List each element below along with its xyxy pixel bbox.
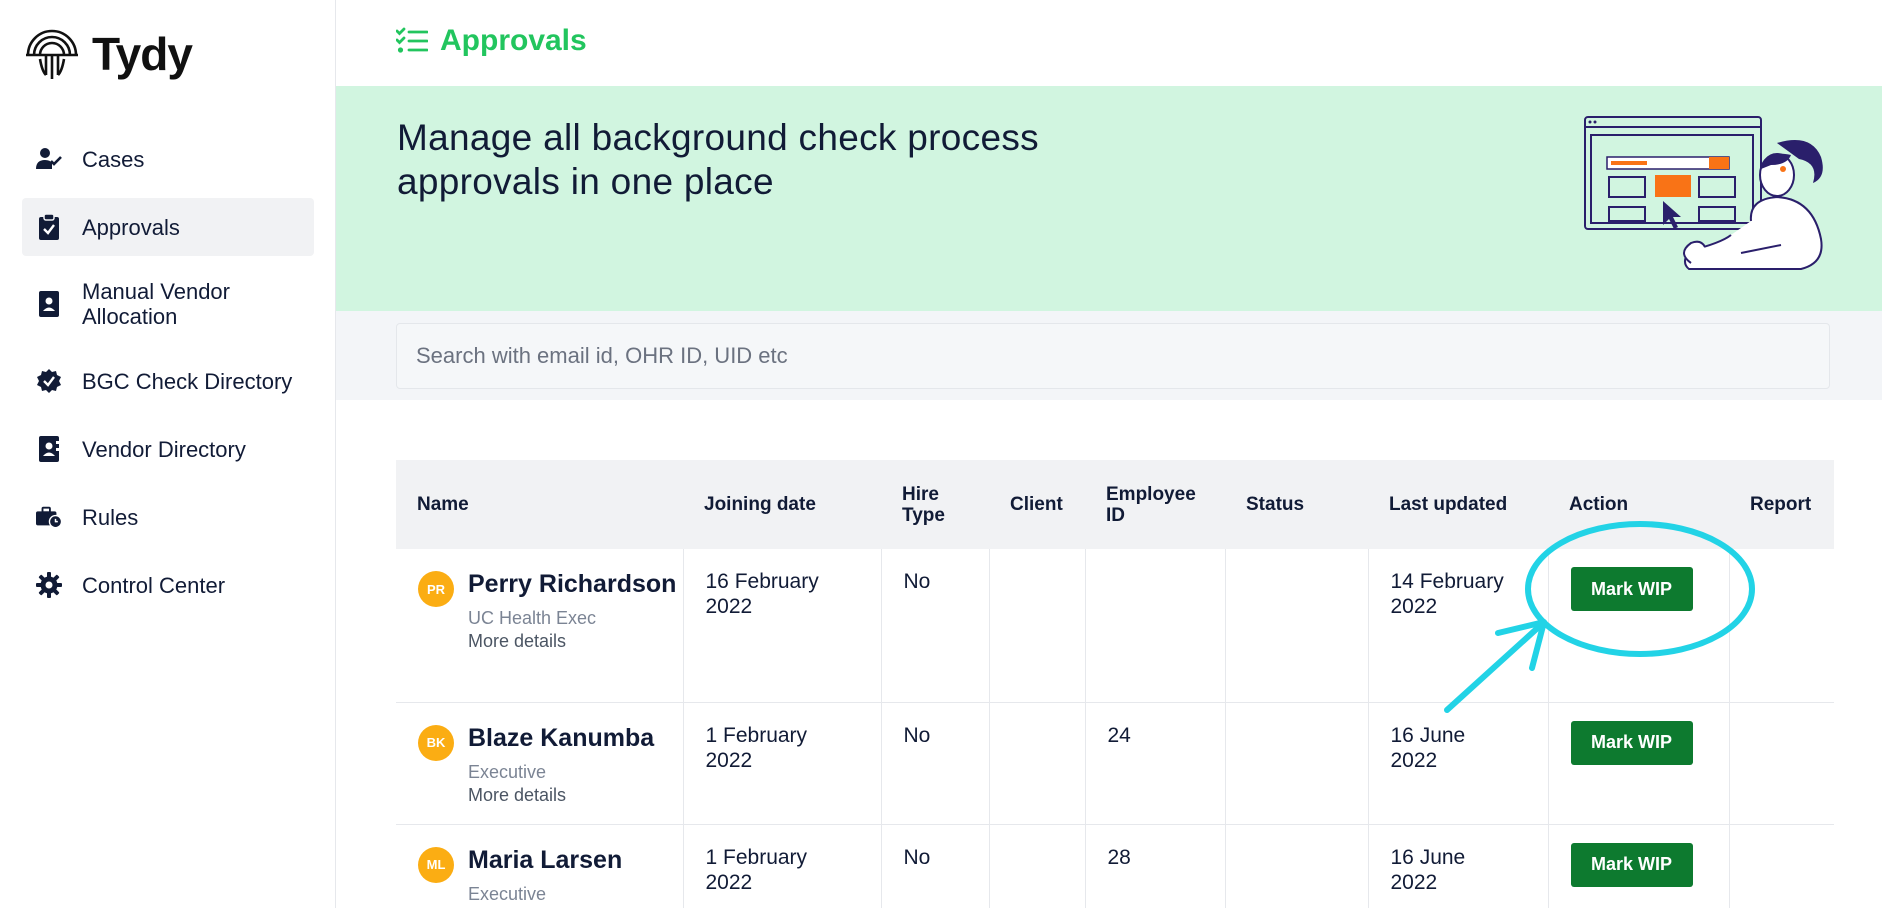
page-title: Approvals bbox=[440, 24, 587, 57]
sidebar-item-label: Cases bbox=[82, 146, 145, 172]
badge-check-icon bbox=[36, 368, 62, 394]
vendor-book-icon bbox=[36, 436, 62, 462]
approvals-table-container: Name Joining date Hire Type Client Emplo… bbox=[396, 460, 1834, 908]
sidebar-item-label: Manual Vendor Allocation bbox=[82, 279, 230, 329]
sidebar-item-manual-vendor-allocation[interactable]: Manual Vendor Allocation bbox=[22, 266, 314, 342]
sidebar-item-approvals[interactable]: Approvals bbox=[22, 198, 314, 256]
contact-book-icon bbox=[36, 291, 62, 317]
person-role: UC Health Exec bbox=[468, 608, 597, 628]
person-name: Maria Larsen bbox=[468, 845, 623, 874]
employee-id-cell: 24 bbox=[1084, 702, 1225, 825]
column-header-hire-type[interactable]: Hire Type bbox=[881, 460, 989, 549]
column-header-client[interactable]: Client bbox=[989, 460, 1085, 549]
sidebar-nav: Cases Approvals Manual Vendor Allocation… bbox=[22, 130, 314, 624]
clipboard-check-icon bbox=[36, 214, 62, 240]
more-details-link[interactable]: More details bbox=[468, 629, 676, 653]
sidebar-item-cases[interactable]: Cases bbox=[22, 130, 314, 188]
client-cell bbox=[988, 824, 1085, 908]
action-cell: Mark WIP bbox=[1547, 549, 1729, 703]
table-row: PR Perry Richardson UC Health Exec More … bbox=[396, 549, 1834, 703]
mark-wip-button[interactable]: Mark WIP bbox=[1570, 842, 1693, 887]
last-updated-cell: 16 June 2022 bbox=[1367, 824, 1548, 908]
name-cell: PR Perry Richardson UC Health Exec More … bbox=[396, 549, 683, 703]
column-header-last-updated[interactable]: Last updated bbox=[1368, 460, 1548, 549]
briefcase-clock-icon bbox=[36, 504, 62, 530]
mark-wip-button[interactable]: Mark WIP bbox=[1570, 720, 1693, 765]
sidebar-item-label: Rules bbox=[82, 504, 139, 530]
column-header-action: Action bbox=[1569, 494, 1629, 515]
tydy-logo-icon bbox=[26, 29, 78, 79]
sidebar-item-label: Control Center bbox=[82, 572, 226, 598]
table-row: ML Maria Larsen Executive 1 February 202… bbox=[396, 824, 1834, 908]
browser-woman-illustration bbox=[1584, 116, 1823, 270]
column-header-joining-date[interactable]: Joining date bbox=[683, 460, 881, 549]
sidebar-item-bgc-check-directory[interactable]: BGC Check Directory bbox=[22, 352, 314, 410]
client-cell bbox=[988, 702, 1085, 825]
sidebar-item-control-center[interactable]: Control Center bbox=[22, 556, 314, 614]
sidebar-item-label: Vendor Directory bbox=[82, 436, 246, 462]
joining-date-cell: 16 February 2022 bbox=[682, 549, 881, 703]
report-cell bbox=[1728, 824, 1834, 908]
column-header-employee-id[interactable]: Employee ID bbox=[1085, 460, 1225, 549]
hero-banner: Manage all background check process appr… bbox=[336, 86, 1882, 311]
banner-text: Manage all background check process appr… bbox=[397, 117, 1039, 202]
last-updated-cell: 16 June 2022 bbox=[1367, 702, 1548, 825]
person-role: Executive bbox=[468, 761, 547, 782]
client-cell bbox=[988, 549, 1085, 703]
hire-type-cell: No bbox=[880, 824, 989, 908]
report-cell bbox=[1728, 549, 1834, 703]
hire-type-cell: No bbox=[880, 702, 989, 825]
search-bar-container bbox=[336, 311, 1882, 400]
name-cell: BK Blaze Kanumba Executive More details bbox=[396, 702, 683, 825]
checklist-icon bbox=[396, 27, 428, 53]
app-name: Tydy bbox=[92, 28, 193, 80]
status-cell bbox=[1224, 824, 1368, 908]
report-cell bbox=[1728, 702, 1834, 825]
status-cell bbox=[1224, 702, 1368, 825]
joining-date-cell: 1 February 2022 bbox=[682, 824, 881, 908]
approvals-table: Name Joining date Hire Type Client Emplo… bbox=[396, 460, 1834, 908]
avatar: PR bbox=[418, 571, 454, 607]
user-check-icon bbox=[36, 146, 62, 172]
column-header-report: Report bbox=[1750, 494, 1812, 515]
avatar: ML bbox=[418, 846, 454, 883]
more-details-link[interactable]: More details bbox=[468, 783, 654, 807]
action-cell: Mark WIP bbox=[1547, 702, 1729, 825]
sidebar-item-rules[interactable]: Rules bbox=[22, 488, 314, 546]
column-header-name[interactable]: Name bbox=[396, 460, 683, 549]
sidebar: Tydy Cases Approvals Manual Vendor Alloc… bbox=[0, 0, 336, 908]
sidebar-item-vendor-directory[interactable]: Vendor Directory bbox=[22, 420, 314, 478]
table-row: BK Blaze Kanumba Executive More details … bbox=[396, 702, 1834, 825]
hire-type-cell: No bbox=[880, 549, 989, 703]
table-header-row: Name Joining date Hire Type Client Emplo… bbox=[396, 460, 1834, 549]
employee-id-cell: 28 bbox=[1084, 824, 1225, 908]
search-input[interactable] bbox=[396, 323, 1830, 389]
name-cell: ML Maria Larsen Executive bbox=[396, 824, 683, 908]
page-header: Approvals bbox=[396, 24, 587, 58]
logo[interactable]: Tydy bbox=[22, 25, 193, 83]
person-role: Executive bbox=[468, 883, 547, 904]
person-name: Blaze Kanumba bbox=[468, 723, 655, 752]
employee-id-cell bbox=[1084, 549, 1225, 703]
sidebar-item-label: Approvals bbox=[82, 214, 180, 240]
gear-icon bbox=[36, 572, 62, 598]
action-cell: Mark WIP bbox=[1547, 824, 1729, 908]
status-cell bbox=[1224, 549, 1368, 703]
person-name: Perry Richardson bbox=[468, 570, 677, 598]
last-updated-cell: 14 February 2022 bbox=[1367, 549, 1548, 703]
mark-wip-button[interactable]: Mark WIP bbox=[1570, 567, 1693, 611]
avatar: BK bbox=[418, 724, 454, 761]
joining-date-cell: 1 February 2022 bbox=[682, 702, 881, 825]
column-header-status[interactable]: Status bbox=[1225, 460, 1368, 549]
sidebar-item-label: BGC Check Directory bbox=[82, 368, 293, 394]
